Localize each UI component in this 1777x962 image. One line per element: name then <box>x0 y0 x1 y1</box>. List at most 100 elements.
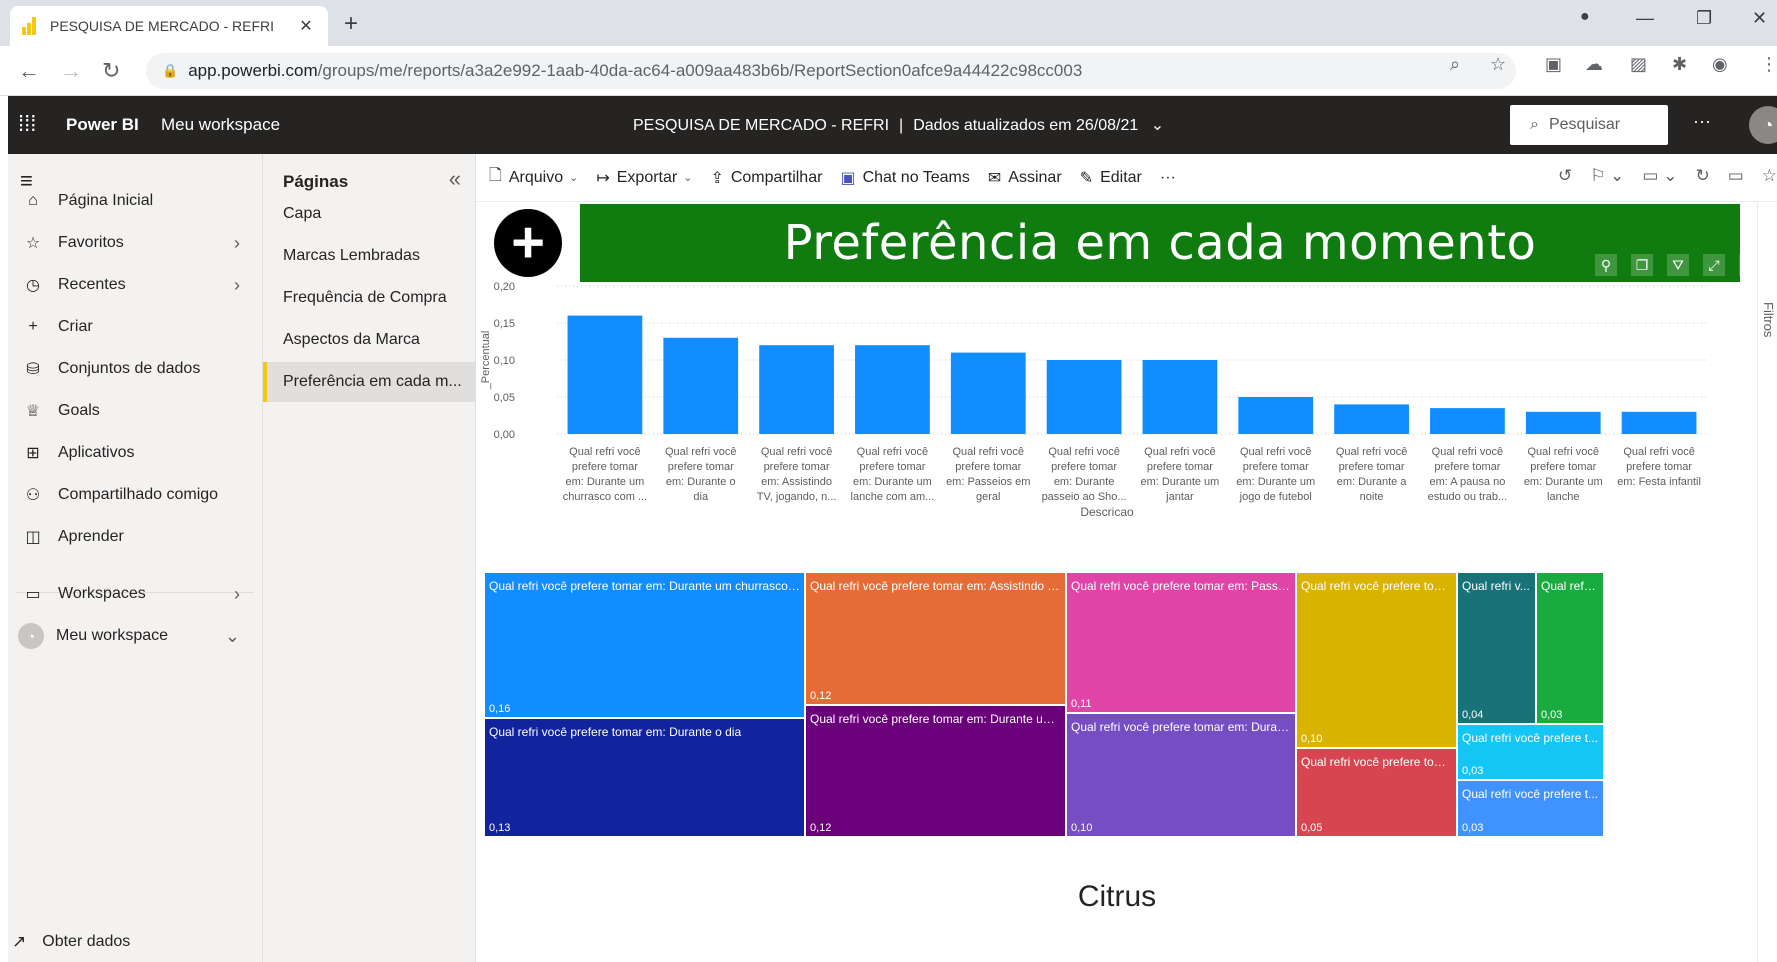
view-icon[interactable]: ▭ ⌄ <box>1642 166 1677 186</box>
reset-icon[interactable]: ↺ <box>1558 166 1572 186</box>
nav-item-workspaces[interactable]: ▭ Workspaces › <box>8 574 262 614</box>
treemap-cell[interactable]: Qual refri v... 0,04 <box>1457 572 1536 724</box>
get-data-link[interactable]: ↗ Obter dados <box>12 932 130 952</box>
x-tick-label: estudo ou trab... <box>1428 491 1508 503</box>
cloud-extension-icon[interactable]: ☁ <box>1585 54 1603 75</box>
x-tick-label: Qual refri você <box>1144 446 1216 458</box>
search-input[interactable]: ⌕ Pesquisar <box>1510 105 1668 145</box>
treemap-cell[interactable]: Qual refri você prefere t... 0,03 <box>1457 780 1604 837</box>
nav-item-shared[interactable]: ⚇ Compartilhado comigo <box>8 475 262 515</box>
collapse-pane-icon[interactable]: « <box>449 166 461 192</box>
x-tick-label: jogo de futebol <box>1239 491 1312 503</box>
zoom-icon[interactable]: ⌕ <box>1450 54 1460 75</box>
x-tick-label: prefere tomar <box>1626 461 1692 473</box>
image-extension-icon[interactable]: ▨ <box>1630 54 1647 75</box>
close-window-button[interactable]: ✕ <box>1752 8 1767 29</box>
forward-icon[interactable]: → <box>60 58 82 84</box>
nav-item-my-workspace[interactable]: ◔ Meu workspace ⌄ <box>8 616 262 656</box>
x-tick-label: Qual refri você <box>1623 446 1695 458</box>
browser-menu-icon[interactable]: ⋮ <box>1760 54 1777 75</box>
title-separator: | <box>899 117 904 134</box>
action-label: Chat no Teams <box>862 168 970 186</box>
refresh-icon[interactable]: ↻ <box>1695 166 1709 186</box>
treemap-cell[interactable]: Qual refri você prefere tom... 0,10 <box>1296 572 1457 748</box>
reload-icon[interactable]: ↻ <box>102 58 120 84</box>
nav-label: Aplicativos <box>58 444 135 461</box>
powerbi-header: ⁞⁞⁞ Power BI Meu workspace PESQUISA DE M… <box>8 96 1777 154</box>
minimize-button[interactable]: — <box>1636 8 1654 29</box>
workspace-link[interactable]: Meu workspace <box>161 115 280 135</box>
more-actions-button[interactable]: ··· <box>1160 169 1176 187</box>
x-tick-label: em: Durante um <box>1524 476 1603 488</box>
page-tab-preferencia[interactable]: Preferência em cada m... <box>263 362 475 402</box>
x-tick-label: prefere tomar <box>572 461 638 473</box>
filter-icon[interactable]: ⛛ <box>1667 254 1689 276</box>
page-tab-marcas[interactable]: Marcas Lembradas <box>263 236 475 276</box>
new-tab-button[interactable]: + <box>344 10 358 38</box>
nav-item-learn[interactable]: ◫ Aprender <box>8 517 262 557</box>
browser-tab[interactable]: PESQUISA DE MERCADO - REFRI ✕ <box>10 6 328 46</box>
report-title[interactable]: PESQUISA DE MERCADO - REFRI | Dados atuali… <box>633 115 1164 135</box>
tab-close-icon[interactable]: ✕ <box>296 16 316 36</box>
restore-button[interactable]: ❐ <box>1696 8 1712 29</box>
treemap-cell[interactable]: Qual refri você prefere tomar em: Durant… <box>484 572 805 718</box>
treemap-cell[interactable]: Qual refri você prefere tomar em: Assist… <box>805 572 1066 705</box>
filters-pane-tab[interactable]: Filtros <box>1757 202 1777 962</box>
bar <box>855 345 930 434</box>
chevron-down-icon[interactable]: ⌄ <box>1151 117 1164 134</box>
treemap-cell[interactable]: Qual refri você prefere t... 0,03 <box>1457 724 1604 780</box>
focus-mode-icon[interactable]: ⤢ <box>1703 254 1725 276</box>
treemap-cell[interactable]: Qual refri você prefere tomar em: Passei… <box>1066 572 1296 713</box>
treemap-cell-value: 0,04 <box>1462 709 1484 721</box>
user-profile-icon[interactable]: ◉ <box>1712 54 1728 75</box>
treemap-cell-value: 0,16 <box>489 703 511 715</box>
treemap-cell[interactable]: Qual refri... 0,03 <box>1536 572 1604 724</box>
subscribe-button[interactable]: ✉ Assinar <box>988 168 1062 188</box>
pin-icon[interactable]: ⚲ <box>1595 254 1617 276</box>
nav-item-apps[interactable]: ⊞ Aplicativos <box>8 433 262 473</box>
treemap-cell[interactable]: Qual refri você prefere tom... 0,05 <box>1296 748 1457 837</box>
treemap-cell[interactable]: Qual refri você prefere tomar em: Durant… <box>805 705 1066 837</box>
nav-item-goals[interactable]: ♕ Goals <box>8 391 262 431</box>
treemap-cell[interactable]: Qual refri você prefere tomar em: Durant… <box>484 718 805 837</box>
account-avatar[interactable]: ◔ <box>1749 106 1777 144</box>
bookmark-star-icon[interactable]: ☆ <box>1490 54 1506 75</box>
bookmark-icon[interactable]: ⚐ ⌄ <box>1590 166 1624 186</box>
nav-item-favorites[interactable]: ☆ Favoritos › <box>8 223 262 263</box>
nav-item-recent[interactable]: ◷ Recentes › <box>8 265 262 305</box>
page-tab-aspectos[interactable]: Aspectos da Marca <box>263 320 475 360</box>
page-tab-capa[interactable]: Capa <box>263 194 475 234</box>
database-icon: ⛁ <box>26 361 40 378</box>
back-icon[interactable]: ← <box>18 58 40 84</box>
add-button[interactable]: + <box>494 209 562 277</box>
nav-label: Favoritos <box>58 234 124 251</box>
comment-icon[interactable]: ▭ <box>1728 166 1744 186</box>
address-bar[interactable]: 🔒 app.powerbi.com/groups/me/reports/a3a2… <box>146 53 1516 89</box>
powerbi-favicon-icon <box>22 17 40 35</box>
nav-item-create[interactable]: + Criar <box>8 307 262 347</box>
x-tick-label: churrasco com ... <box>563 491 647 503</box>
data-updated-label: Dados atualizados em 26/08/21 <box>913 117 1139 134</box>
app-launcher-icon[interactable]: ⁞⁞⁞ <box>18 111 36 137</box>
x-tick-label: prefere tomar <box>668 461 734 473</box>
share-button[interactable]: ⇪ Compartilhar <box>710 168 822 188</box>
page-tab-frequencia[interactable]: Frequência de Compra <box>263 278 475 318</box>
brand-name[interactable]: Power BI <box>66 115 139 135</box>
favorite-star-icon[interactable]: ☆ <box>1762 166 1777 186</box>
mail-icon: ✉ <box>987 169 1002 187</box>
file-menu[interactable]: 🗋 Arquivo ⌄ <box>489 164 578 191</box>
extension-icon[interactable]: ▣ <box>1545 54 1562 75</box>
nav-item-home[interactable]: ⌂ Página Inicial <box>8 181 262 221</box>
copy-icon[interactable]: ❐ <box>1631 254 1653 276</box>
edit-button[interactable]: ✎ Editar <box>1080 168 1142 188</box>
profile-dot-icon[interactable]: ● <box>1580 8 1590 26</box>
teams-chat-button[interactable]: ▣ Chat no Teams <box>840 168 969 188</box>
puzzle-icon[interactable]: ✱ <box>1672 54 1687 75</box>
x-tick-label: prefere tomar <box>1434 461 1500 473</box>
treemap-cell[interactable]: Qual refri você prefere tomar em: Duran.… <box>1066 713 1296 837</box>
export-menu[interactable]: ↦ Exportar ⌄ <box>596 168 692 188</box>
more-options-icon[interactable]: ··· <box>1693 111 1711 132</box>
action-label: Compartilhar <box>730 168 823 186</box>
nav-item-datasets[interactable]: ⛁ Conjuntos de dados <box>8 349 262 389</box>
filters-label: Filtros <box>1761 302 1776 338</box>
